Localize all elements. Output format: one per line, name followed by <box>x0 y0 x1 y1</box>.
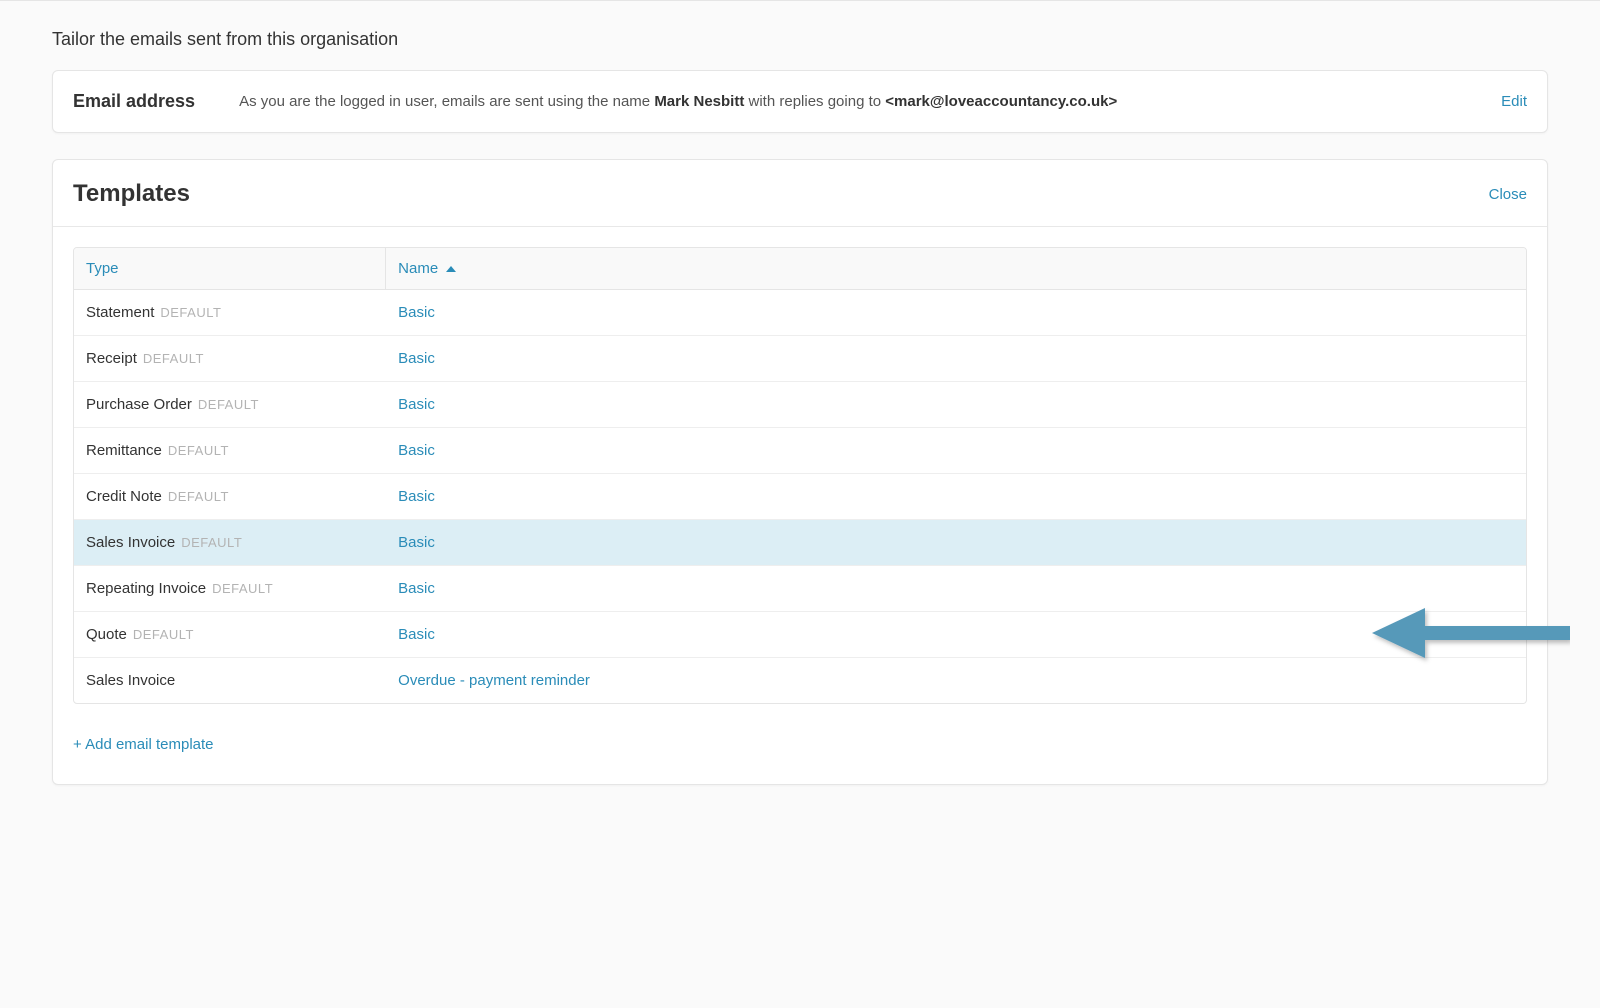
desc-username: Mark Nesbitt <box>654 93 744 110</box>
cell-name: Basic <box>386 565 1526 611</box>
type-label: Receipt <box>86 350 137 367</box>
cell-type: Repeating Invoice DEFAULT <box>74 565 386 611</box>
default-badge: DEFAULT <box>160 305 221 320</box>
column-header-name-label: Name <box>398 260 438 277</box>
template-name-link[interactable]: Overdue - payment reminder <box>398 672 590 689</box>
table-row[interactable]: Sales Invoice DEFAULT Basic <box>74 519 1526 565</box>
table-row[interactable]: Purchase Order DEFAULT Basic <box>74 381 1526 427</box>
template-name-link[interactable]: Basic <box>398 304 435 321</box>
cell-name: Basic <box>386 519 1526 565</box>
templates-title: Templates <box>73 180 190 208</box>
cell-name: Basic <box>386 290 1526 335</box>
type-label: Quote <box>86 626 127 643</box>
cell-name: Overdue - payment reminder <box>386 657 1526 703</box>
table-row[interactable]: Credit Note DEFAULT Basic <box>74 473 1526 519</box>
type-label: Credit Note <box>86 488 162 505</box>
type-label: Remittance <box>86 442 162 459</box>
sort-asc-icon <box>446 266 456 272</box>
default-badge: DEFAULT <box>168 489 229 504</box>
add-email-template-link[interactable]: + Add email template <box>53 704 234 753</box>
template-name-link[interactable]: Basic <box>398 534 435 551</box>
type-label: Purchase Order <box>86 396 192 413</box>
templates-card: Templates Close Type Name <box>52 159 1548 785</box>
cell-type: Sales Invoice DEFAULT <box>74 519 386 565</box>
default-badge: DEFAULT <box>181 535 242 550</box>
column-header-type[interactable]: Type <box>74 248 386 290</box>
table-row[interactable]: Remittance DEFAULT Basic <box>74 427 1526 473</box>
desc-email: <mark@loveaccountancy.co.uk> <box>885 93 1117 110</box>
close-templates-link[interactable]: Close <box>1489 186 1527 203</box>
template-name-link[interactable]: Basic <box>398 626 435 643</box>
page-subtitle: Tailor the emails sent from this organis… <box>52 1 1548 70</box>
email-address-card: Email address As you are the logged in u… <box>52 70 1548 133</box>
desc-prefix: As you are the logged in user, emails ar… <box>239 93 654 110</box>
cell-type: Sales Invoice <box>74 657 386 703</box>
table-row[interactable]: Statement DEFAULT Basic <box>74 290 1526 335</box>
template-name-link[interactable]: Basic <box>398 442 435 459</box>
template-name-link[interactable]: Basic <box>398 580 435 597</box>
table-row[interactable]: Sales Invoice Overdue - payment reminder <box>74 657 1526 703</box>
cell-type: Quote DEFAULT <box>74 611 386 657</box>
type-label: Sales Invoice <box>86 534 175 551</box>
cell-name: Basic <box>386 381 1526 427</box>
template-name-link[interactable]: Basic <box>398 350 435 367</box>
type-label: Statement <box>86 304 154 321</box>
cell-name: Basic <box>386 335 1526 381</box>
table-row[interactable]: Quote DEFAULT Basic <box>74 611 1526 657</box>
template-name-link[interactable]: Basic <box>398 396 435 413</box>
default-badge: DEFAULT <box>143 351 204 366</box>
table-row[interactable]: Receipt DEFAULT Basic <box>74 335 1526 381</box>
cell-type: Credit Note DEFAULT <box>74 473 386 519</box>
template-name-link[interactable]: Basic <box>398 488 435 505</box>
type-label: Sales Invoice <box>86 672 175 689</box>
email-address-description: As you are the logged in user, emails ar… <box>239 93 1457 110</box>
default-badge: DEFAULT <box>212 581 273 596</box>
cell-name: Basic <box>386 611 1526 657</box>
default-badge: DEFAULT <box>168 443 229 458</box>
cell-type: Statement DEFAULT <box>74 290 386 335</box>
cell-type: Remittance DEFAULT <box>74 427 386 473</box>
desc-middle: with replies going to <box>744 93 885 110</box>
table-row[interactable]: Repeating Invoice DEFAULT Basic <box>74 565 1526 611</box>
default-badge: DEFAULT <box>133 627 194 642</box>
cell-type: Purchase Order DEFAULT <box>74 381 386 427</box>
edit-email-link[interactable]: Edit <box>1501 93 1527 110</box>
default-badge: DEFAULT <box>198 397 259 412</box>
column-header-name[interactable]: Name <box>386 248 1526 290</box>
email-address-label: Email address <box>73 91 195 112</box>
templates-table: Type Name Statement DEFAULT Basic Receipt DE… <box>73 247 1527 704</box>
cell-name: Basic <box>386 473 1526 519</box>
cell-name: Basic <box>386 427 1526 473</box>
type-label: Repeating Invoice <box>86 580 206 597</box>
cell-type: Receipt DEFAULT <box>74 335 386 381</box>
column-header-type-label: Type <box>86 260 119 277</box>
